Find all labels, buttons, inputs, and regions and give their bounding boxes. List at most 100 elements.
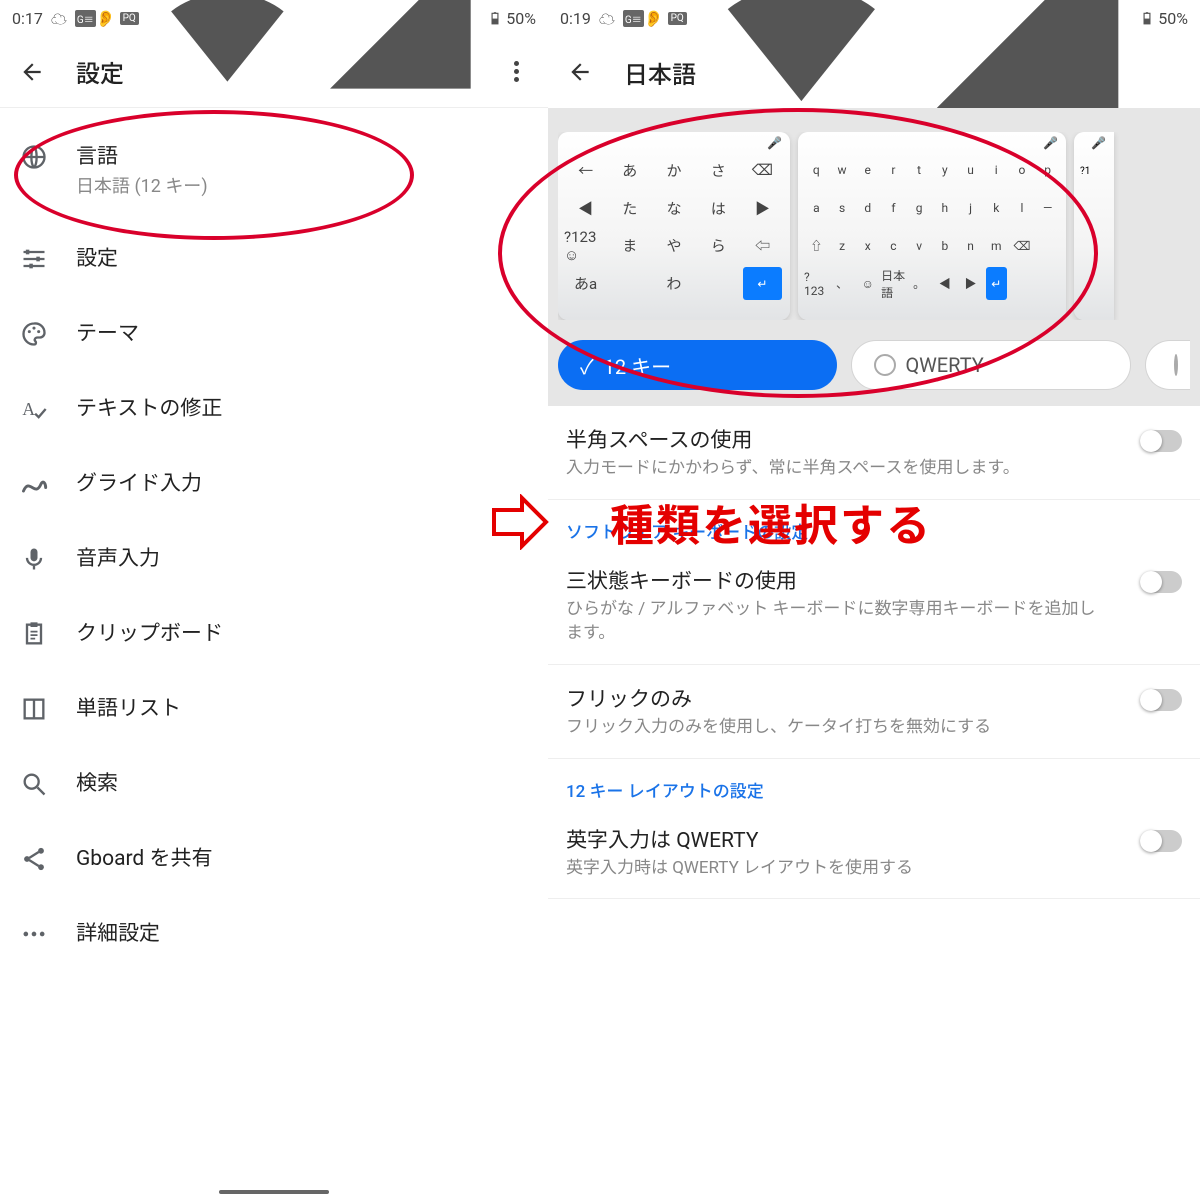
kb-key: ← [564, 152, 607, 189]
news-icon: G≡ [75, 10, 96, 27]
row-title: フリックのみ [566, 683, 1112, 713]
globe-icon [20, 143, 48, 171]
clipboard-icon [20, 620, 48, 648]
home-indicator[interactable] [219, 1190, 329, 1194]
toggle-switch[interactable] [1140, 689, 1182, 711]
language-settings-list: 半角スペースの使用入力モードにかかわらず、常に半角スペースを使用します。ソフトウ… [548, 406, 1200, 899]
kb-key: n [958, 228, 983, 265]
settings-row-mic[interactable]: 音声入力 [0, 520, 548, 595]
annotation-text: 種類を選択する [610, 490, 932, 554]
settings-row-share[interactable]: Gboard を共有 [0, 820, 548, 895]
kb-key [1035, 228, 1060, 265]
settings-row-palette[interactable]: テーマ [0, 295, 548, 370]
kb-key: 日本語 [881, 265, 906, 302]
setting-toggle-row[interactable]: 三状態キーボードの使用ひらがな / アルファベット キーボードに数字専用キーボー… [548, 547, 1200, 665]
status-bar: 0:17 ☁ G≡ 👂 PQ 50% [0, 0, 548, 36]
setting-toggle-row[interactable]: 半角スペースの使用入力モードにかかわらず、常に半角スペースを使用します。 [548, 406, 1200, 500]
setting-toggle-row[interactable]: 英字入力は QWERTY英字入力時は QWERTY レイアウトを使用する [548, 806, 1200, 900]
page-title: 日本語 [624, 55, 696, 90]
kb-key: u [958, 152, 983, 189]
row-title: 言語 [76, 140, 532, 170]
page-title: 設定 [76, 54, 124, 89]
settings-row-spellcheck[interactable]: A テキストの修正 [0, 370, 548, 445]
kb-key: f [881, 190, 906, 227]
kb-key: w [830, 152, 855, 189]
toggle-switch[interactable] [1140, 571, 1182, 593]
kb-key: ?123 ☺ [564, 228, 607, 265]
kb-key: m [984, 228, 1009, 265]
layout-preview-12key[interactable]: 🎤 ←あかさ⌫◀たなは▶?123 ☺まやら⇦あaわ↵ [558, 132, 790, 320]
layout-preview-next[interactable]: 🎤 ?1 [1074, 132, 1114, 320]
settings-row-clipboard[interactable]: クリップボード [0, 595, 548, 670]
settings-row-globe[interactable]: 言語日本語 (12 キー) [0, 118, 548, 220]
screen-left: 0:17 ☁ G≡ 👂 PQ 50% 設定 言語日本語 (12 キー) 設定 テ… [0, 0, 548, 1200]
back-button[interactable] [560, 52, 600, 92]
kb-key: i [984, 152, 1009, 189]
battery-icon [1140, 11, 1154, 25]
kb-key: — [1035, 190, 1060, 227]
kb-key: b [933, 228, 958, 265]
toggle-switch[interactable] [1140, 430, 1182, 452]
back-button[interactable] [12, 52, 52, 92]
status-time: 0:19 [560, 9, 591, 28]
row-title: 設定 [76, 242, 532, 272]
radio-unchecked-icon [874, 354, 896, 376]
mic-icon: 🎤 [1091, 136, 1106, 150]
kb-key: s [830, 190, 855, 227]
status-bar: 0:19 ☁ G≡ 👂 PQ 50% [548, 0, 1200, 36]
swoosh-icon [20, 470, 48, 498]
settings-row-more[interactable]: 詳細設定 [0, 895, 548, 970]
chip-label: QWERTY [906, 353, 984, 377]
check-icon: ✓ [580, 351, 594, 380]
settings-list: 言語日本語 (12 キー) 設定 テーマA テキストの修正 グライド入力 音声入… [0, 108, 548, 970]
kb-key: l [1010, 190, 1035, 227]
settings-row-sliders[interactable]: 設定 [0, 220, 548, 295]
mic-icon [20, 545, 48, 573]
kb-key: k [984, 190, 1009, 227]
radio-unchecked-icon [1174, 354, 1178, 376]
row-title: テキストの修正 [76, 392, 532, 422]
ear-icon: 👂 [96, 9, 116, 28]
chip-label: 12 キー [604, 351, 671, 380]
settings-row-wordlist[interactable]: 単語リスト [0, 670, 548, 745]
kb-key: ⇦ [741, 228, 784, 265]
kb-key: q [804, 152, 829, 189]
mic-icon: 🎤 [767, 136, 782, 150]
settings-row-swoosh[interactable]: グライド入力 [0, 445, 548, 520]
layout-chip-next[interactable] [1145, 340, 1190, 390]
row-title: 検索 [76, 767, 532, 797]
cloud-icon: ☁ [599, 6, 615, 30]
row-subtitle: ひらがな / アルファベット キーボードに数字専用キーボードを追加します。 [566, 597, 1112, 646]
kb-key: 。 [907, 265, 932, 302]
kb-key: g [907, 190, 932, 227]
kb-key: j [958, 190, 983, 227]
row-subtitle: フリック入力のみを使用し、ケータイ打ちを無効にする [566, 715, 1112, 740]
setting-toggle-row[interactable]: フリックのみフリック入力のみを使用し、ケータイ打ちを無効にする [548, 665, 1200, 759]
kb-key: ま [608, 228, 651, 265]
kb-key: p [1035, 152, 1060, 189]
toggle-switch[interactable] [1140, 830, 1182, 852]
kb-key: ↵ [743, 267, 782, 300]
kb-key: c [881, 228, 906, 265]
kb-key: r [881, 152, 906, 189]
spellcheck-icon: A [20, 395, 48, 423]
kb-key: h [933, 190, 958, 227]
kb-key: か [652, 152, 695, 189]
layout-preview-qwerty[interactable]: 🎤 qwertyuiopasdfghjkl—⇧zxcvbnm⌫?123、☺日本語… [798, 132, 1066, 320]
wordlist-icon [20, 695, 48, 723]
kb-key: ↵ [986, 267, 1007, 300]
settings-row-search[interactable]: 検索 [0, 745, 548, 820]
layout-chip-12key[interactable]: ✓ 12 キー [558, 340, 837, 390]
keyboard-layout-picker: 🎤 ←あかさ⌫◀たなは▶?123 ☺まやら⇦あaわ↵ 🎤 qwertyuiopa… [548, 108, 1200, 406]
camera-icon: PQ [120, 12, 139, 25]
more-icon [20, 920, 48, 948]
kb-key: o [1010, 152, 1035, 189]
overflow-menu-button[interactable] [496, 52, 536, 92]
kb-key: e [855, 152, 880, 189]
layout-chip-qwerty[interactable]: QWERTY [851, 340, 1132, 390]
kb-key: ☺ [855, 265, 880, 302]
kb-key: ⌫ [741, 152, 784, 189]
ear-icon: 👂 [644, 9, 664, 28]
kb-key [1010, 265, 1035, 302]
kb-key: あ [608, 152, 651, 189]
